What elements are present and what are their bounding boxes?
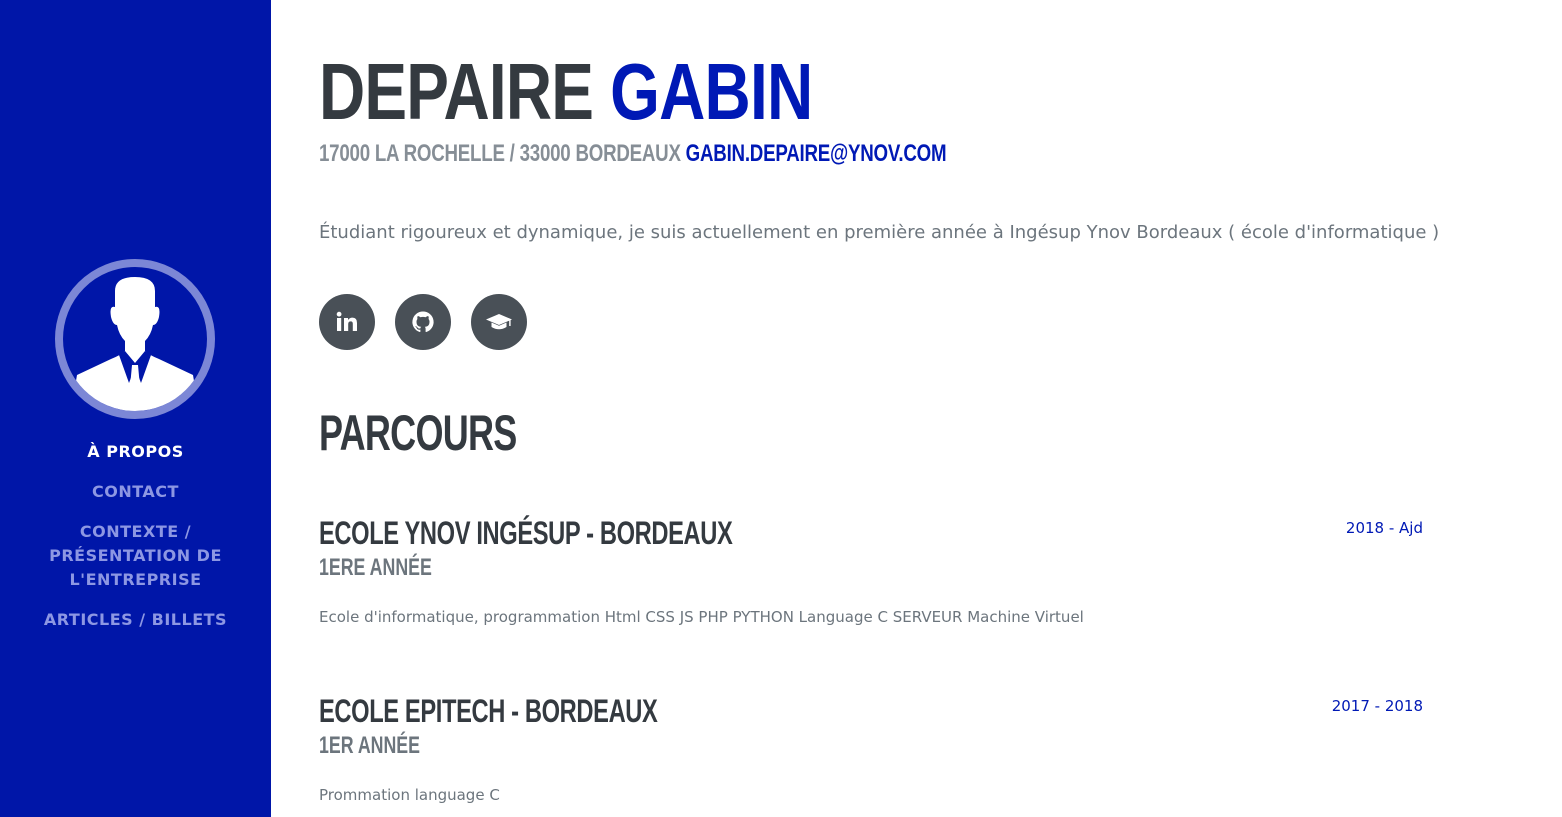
parcours-item: Ecole Ynov Ingésup - Bordeaux 1ere année… [319,513,1423,643]
email-link[interactable]: gabin.depaire@ynov.com [686,140,947,167]
contact-line: 17000 La Rochelle / 33000 Bordeaux gabin… [319,139,947,169]
item-date: 2017 - 2018 [1331,697,1423,715]
linkedin-button[interactable] [319,294,375,350]
person-silhouette-icon [71,277,199,411]
item-description: Ecole d'informatique, programmation Html… [319,608,1084,626]
first-name: Gabin [610,47,813,136]
github-icon [412,311,434,333]
nav-item-contact[interactable]: Contact [41,480,231,504]
page-title: Depaire Gabin [319,47,813,137]
parcours-item: Ecole Epitech - Bordeaux 1er année Promm… [319,691,1423,817]
avatar [55,259,215,419]
school-button[interactable] [471,294,527,350]
item-title: Ecole Ynov Ingésup - Bordeaux [319,515,733,551]
nav-item-a-propos[interactable]: À propos [41,440,231,464]
section-title-parcours: Parcours [319,405,517,461]
linkedin-icon [336,311,357,331]
sidebar: À propos Contact Contexte / Présentation… [0,0,271,817]
sidebar-nav: À propos Contact Contexte / Présentation… [0,440,271,632]
location: 17000 La Rochelle / 33000 Bordeaux [319,140,681,167]
item-description: Prommation language C [319,786,500,804]
item-subtitle: 1ere année [319,554,432,581]
nav-item-articles[interactable]: Articles / Billets [41,608,231,632]
graduation-cap-icon [486,314,512,330]
last-name: Depaire [319,47,594,136]
social-icons [319,294,527,350]
item-date: 2018 - Ajd [1345,519,1423,537]
item-title: Ecole Epitech - Bordeaux [319,693,658,729]
item-subtitle: 1er année [319,732,420,759]
github-button[interactable] [395,294,451,350]
intro-text: Étudiant rigoureux et dynamique, je suis… [319,222,1440,243]
nav-item-contexte[interactable]: Contexte / Présentation de l'entreprise [41,520,231,592]
